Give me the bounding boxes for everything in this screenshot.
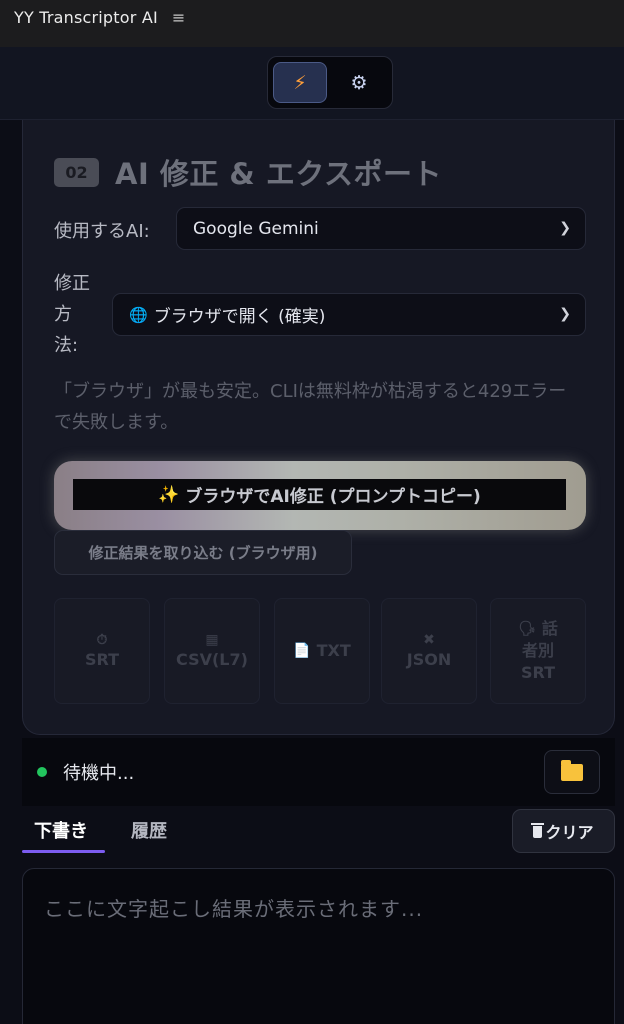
clear-button[interactable]: クリア — [512, 809, 615, 853]
export-label: TXT — [316, 641, 351, 660]
trash-icon — [531, 823, 545, 838]
status-text: 待機中... — [63, 763, 135, 784]
grid-icon: ▦ — [205, 632, 219, 648]
hamburger-menu-icon[interactable]: ≡ — [172, 8, 185, 28]
title-bar: YY Transcriptor AI ≡ — [0, 0, 624, 47]
speaker-icon: 🗣 — [518, 621, 536, 637]
document-icon: 📄 — [293, 643, 311, 659]
export-speaker-srt-button[interactable]: 🗣 話 者別 SRT — [490, 598, 586, 704]
ai-select-label: 使用するAI: — [54, 221, 150, 242]
export-label: 話 — [541, 619, 558, 638]
settings-gear-icon[interactable]: ⚙ — [332, 62, 386, 103]
export-label: JSON — [406, 650, 452, 669]
method-select[interactable]: 🌐 ブラウザで開く (確実) ❯ — [112, 293, 586, 336]
globe-icon: 🌐 — [129, 305, 148, 324]
mode-toggle: ⚡ ⚙ — [267, 56, 393, 109]
output-placeholder: ここに文字起こし結果が表示されます... — [44, 897, 424, 921]
puzzle-icon: ✖ — [423, 632, 435, 648]
ai-select[interactable]: Google Gemini ❯ — [176, 207, 586, 250]
ai-select-value: Google Gemini — [193, 218, 319, 239]
browser-ai-correct-button[interactable]: ✨ ブラウザでAI修正 (プロンプトコピー) — [54, 461, 586, 530]
export-label: SRT — [84, 650, 120, 669]
ai-correction-card: 02 AI 修正 & エクスポート 使用するAI: Google Gemini … — [22, 120, 615, 735]
export-label: SRT — [520, 663, 556, 682]
export-json-button[interactable]: ✖ JSON — [381, 598, 477, 704]
status-bar: 待機中... — [22, 738, 615, 806]
method-select-value: ブラウザで開く (確実) — [153, 307, 326, 327]
step-number-badge: 02 — [54, 158, 99, 187]
stopwatch-icon: ⏱ — [96, 632, 108, 648]
tab-history[interactable]: 履歴 — [131, 817, 167, 843]
export-label: 者別 — [521, 641, 554, 660]
export-label: CSV(L7) — [176, 650, 248, 669]
chevron-down-icon: ❯ — [559, 220, 571, 236]
export-srt-button[interactable]: ⏱ SRT — [54, 598, 150, 704]
section-title: AI 修正 & エクスポート — [115, 157, 442, 191]
status-indicator-dot — [37, 767, 47, 777]
browser-ai-correct-label: ブラウザでAI修正 (プロンプトコピー) — [185, 487, 481, 507]
app-title: YY Transcriptor AI — [14, 8, 158, 27]
open-folder-button[interactable] — [544, 750, 600, 794]
clear-button-label: クリア — [545, 823, 594, 842]
active-tab-indicator — [22, 850, 105, 853]
method-select-label: 修正 方 法: — [54, 273, 90, 356]
hint-text: 「ブラウザ」が最も安定。CLIは無料枠が枯渇すると429エラーで失敗します。 — [54, 381, 567, 433]
sparkles-icon: ✨ — [158, 484, 180, 505]
chevron-down-icon: ❯ — [559, 306, 571, 322]
tab-draft[interactable]: 下書き — [34, 817, 88, 843]
folder-icon — [561, 759, 583, 781]
import-result-button[interactable]: 修正結果を取り込む (ブラウザ用) — [54, 530, 352, 575]
export-txt-button[interactable]: 📄 TXT — [274, 598, 370, 704]
export-csv-button[interactable]: ▦ CSV(L7) — [164, 598, 260, 704]
nav-bar: ⚡ ⚙ — [0, 47, 624, 120]
transcript-output-area[interactable]: ここに文字起こし結果が表示されます... — [22, 868, 615, 1024]
lightning-bolt-icon[interactable]: ⚡ — [273, 62, 327, 103]
